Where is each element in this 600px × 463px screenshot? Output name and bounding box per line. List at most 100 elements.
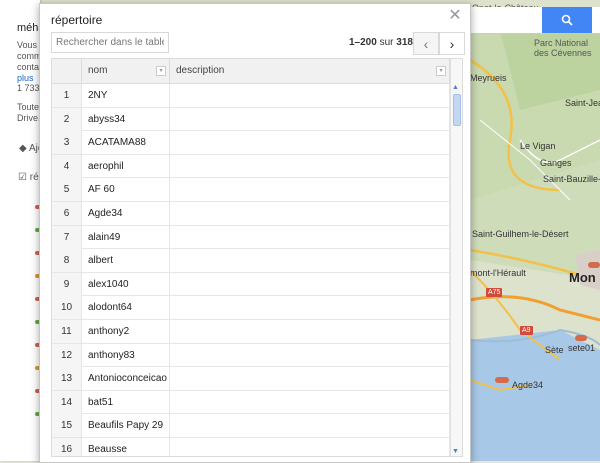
cell-description[interactable] (170, 201, 450, 225)
row-index: 11 (52, 319, 82, 343)
column-header-label: description (176, 65, 225, 76)
row-index: 3 (52, 131, 82, 155)
search-icon (561, 14, 573, 26)
table-body: 1 2NY 2 abyss34 3 ACATAMA88 4 aerophil 5 AF 60 6 Ag… (52, 84, 450, 456)
cell-nom[interactable]: anthony83 (82, 343, 170, 367)
map-label: Saint-Jean- (565, 98, 600, 108)
chevron-down-icon[interactable]: ▾ (436, 66, 446, 76)
table-scrollbar[interactable]: ▲ ▼ (450, 59, 462, 456)
search-button[interactable] (542, 7, 592, 33)
map-label: Saint-Bauzille-de-Putoi (543, 174, 600, 184)
scrollbar-thumb[interactable] (453, 94, 461, 126)
cell-description[interactable] (170, 343, 450, 367)
cell-nom[interactable]: Beaufils Papy 29 (82, 414, 170, 438)
more-link[interactable]: plus (17, 73, 34, 83)
cell-description[interactable] (170, 178, 450, 202)
scroll-down-icon[interactable]: ▼ (452, 448, 459, 455)
checkbox-icon: ☑ (18, 172, 27, 183)
table-row[interactable]: 4 aerophil (52, 154, 450, 179)
map-label: Parc National des Cévennes (534, 38, 592, 58)
pagination-of: sur (379, 37, 394, 48)
cell-nom[interactable]: Beausse (82, 437, 170, 456)
table-search-input[interactable] (51, 32, 169, 53)
cell-nom[interactable]: anthony2 (82, 319, 170, 343)
row-index: 5 (52, 178, 82, 202)
cell-description[interactable] (170, 225, 450, 249)
map-label: Sète (545, 345, 564, 355)
cell-description[interactable] (170, 390, 450, 414)
cell-nom[interactable]: Antonioconceicao (82, 367, 170, 391)
pagination-total: 318 (396, 37, 413, 48)
map-label: Ganges (540, 158, 572, 168)
row-index: 6 (52, 201, 82, 225)
cell-nom[interactable]: Agde34 (82, 201, 170, 225)
column-header-nom[interactable]: nom ▾ (82, 59, 170, 83)
data-table-dialog: répertoire ✕ 1–200 sur 318 ‹ › nom ▾ des… (39, 3, 471, 463)
cell-nom[interactable]: alodont64 (82, 296, 170, 320)
cell-description[interactable] (170, 437, 450, 456)
cell-description[interactable] (170, 296, 450, 320)
table-row[interactable]: 14 bat51 (52, 390, 450, 415)
close-icon[interactable]: ✕ (447, 8, 463, 24)
cell-description[interactable] (170, 272, 450, 296)
table-row[interactable]: 3 ACATAMA88 (52, 131, 450, 155)
data-table: nom ▾ description ▾ 1 2NY 2 abyss34 3 ACATAMA… (51, 58, 463, 457)
cell-nom[interactable]: 2NY (82, 84, 170, 107)
cell-description[interactable] (170, 367, 450, 391)
map-label: Saint-Guilhem-le-Désert (472, 229, 569, 239)
next-page-button[interactable]: › (439, 32, 465, 55)
map-description: contac (17, 62, 40, 72)
chevron-down-icon[interactable]: ▾ (156, 66, 166, 76)
scroll-up-icon[interactable]: ▲ (452, 84, 459, 91)
map-label: Agde34 (512, 380, 544, 390)
cell-nom[interactable]: AF 60 (82, 178, 170, 202)
chevron-right-icon: › (449, 35, 455, 52)
row-index: 15 (52, 414, 82, 438)
cell-nom[interactable]: albert (82, 249, 170, 273)
cell-description[interactable] (170, 84, 450, 107)
table-row[interactable]: 7 alain49 (52, 225, 450, 250)
table-row[interactable]: 6 Agde34 (52, 201, 450, 226)
cell-description[interactable] (170, 107, 450, 131)
pagination-info: 1–200 sur 318 (349, 37, 413, 48)
cell-nom[interactable]: aerophil (82, 154, 170, 178)
previous-page-button[interactable]: ‹ (413, 32, 439, 55)
table-row[interactable]: 16 Beausse (52, 437, 450, 456)
table-row[interactable]: 9 alex1040 (52, 272, 450, 297)
table-row[interactable]: 12 anthony83 (52, 343, 450, 368)
cell-description[interactable] (170, 319, 450, 343)
cell-description[interactable] (170, 131, 450, 155)
add-layer-button[interactable]: ◆ Ajo (19, 143, 40, 154)
table-header: nom ▾ description ▾ (52, 59, 450, 84)
row-index: 12 (52, 343, 82, 367)
cell-nom[interactable]: alain49 (82, 225, 170, 249)
table-row[interactable]: 5 AF 60 (52, 178, 450, 202)
cell-description[interactable] (170, 154, 450, 178)
table-row[interactable]: 13 Antonioconceicao (52, 367, 450, 391)
table-row[interactable]: 15 Beaufils Papy 29 (52, 414, 450, 438)
row-index: 2 (52, 107, 82, 131)
table-row[interactable]: 11 anthony2 (52, 319, 450, 344)
cell-nom[interactable]: alex1040 (82, 272, 170, 296)
map-label: mont-l'Hérault (470, 268, 526, 278)
map-description: Vous ê (17, 40, 40, 50)
cell-nom[interactable]: ACATAMA88 (82, 131, 170, 155)
panel-text: Drive. (17, 113, 40, 123)
layer-checkbox[interactable]: ☑ ré (18, 172, 39, 183)
road-badge: A9 (520, 326, 533, 335)
cell-description[interactable] (170, 249, 450, 273)
table-row[interactable]: 10 alodont64 (52, 296, 450, 320)
table-row[interactable]: 8 albert (52, 249, 450, 273)
column-header-label: nom (88, 65, 108, 76)
table-row[interactable]: 1 2NY (52, 84, 450, 108)
row-index: 13 (52, 367, 82, 391)
cell-nom[interactable]: abyss34 (82, 107, 170, 131)
index-header (52, 59, 82, 83)
cell-description[interactable] (170, 414, 450, 438)
table-row[interactable]: 2 abyss34 (52, 107, 450, 132)
column-header-description[interactable]: description ▾ (170, 59, 450, 83)
cell-nom[interactable]: bat51 (82, 390, 170, 414)
map-label: Meyrueis (470, 73, 507, 83)
map-label: Mon (569, 270, 596, 285)
row-index: 10 (52, 296, 82, 320)
